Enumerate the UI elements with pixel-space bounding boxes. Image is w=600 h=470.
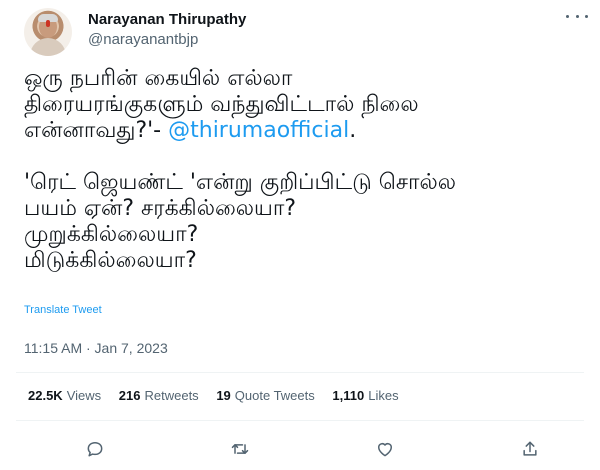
tweet-line: பயம் ஏன்? சரக்கில்லையா? <box>24 196 297 221</box>
likes-stat[interactable]: 1,110 Likes <box>332 388 398 403</box>
retweets-label: Retweets <box>144 388 199 403</box>
share-icon[interactable] <box>517 436 543 462</box>
mention-link[interactable]: @thirumaofficial <box>168 118 349 143</box>
retweets-count: 216 <box>118 388 141 403</box>
views-label: Views <box>66 388 102 403</box>
quote-tweets-count: 19 <box>216 388 231 403</box>
tweet-line: மிடுக்கில்லையா? <box>24 248 197 273</box>
avatar-shirt <box>30 38 66 56</box>
views-count: 22.5K <box>28 388 63 403</box>
views-stat[interactable]: 22.5K Views <box>28 388 101 403</box>
tweet-card: Narayanan Thirupathy @narayanantbjp ஒரு … <box>0 0 600 470</box>
tweet-line: 'ரெட் ஜெயண்ட் 'என்று குறிப்பிட்டு சொல்ல <box>24 170 457 195</box>
tweet-actions <box>0 436 600 462</box>
quote-tweets-stat[interactable]: 19 Quote Tweets <box>216 388 314 403</box>
tweet-line-text: என்னாவது?'- <box>24 118 169 143</box>
more-horizontal-icon[interactable] <box>566 8 588 24</box>
translate-tweet-link[interactable]: Translate Tweet <box>24 304 102 316</box>
quote-tweets-label: Quote Tweets <box>234 388 315 403</box>
tweet-line: ஒரு நபரின் கையில் எல்லா <box>24 66 293 91</box>
divider <box>16 420 584 421</box>
avatar[interactable] <box>24 8 72 56</box>
reply-icon[interactable] <box>82 436 108 462</box>
tweet-line: முறுக்கில்லையா? <box>24 222 199 247</box>
retweet-icon[interactable] <box>227 436 253 462</box>
divider <box>16 372 584 373</box>
tweet-line: திரையரங்குகளும் வந்துவிட்டால் நிலை <box>24 92 419 117</box>
tweet-text: ஒரு நபரின் கையில் எல்லா திரையரங்குகளும் … <box>24 66 594 274</box>
likes-label: Likes <box>368 388 399 403</box>
author-display-name[interactable]: Narayanan Thirupathy <box>88 11 246 28</box>
heart-icon[interactable] <box>372 436 398 462</box>
avatar-tilak <box>46 20 50 27</box>
author-handle[interactable]: @narayanantbjp <box>88 31 198 48</box>
tweet-stats: 22.5K Views 216 Retweets 19 Quote Tweets 1,… <box>28 388 413 403</box>
tweet-line-text: . <box>349 118 357 143</box>
retweets-stat[interactable]: 216 Retweets <box>119 388 199 403</box>
tweet-line: என்னாவது?'- @thirumaofficial. <box>24 118 594 144</box>
likes-count: 1,110 <box>332 388 365 403</box>
tweet-timestamp[interactable]: 11:15 AM · Jan 7, 2023 <box>24 340 168 356</box>
